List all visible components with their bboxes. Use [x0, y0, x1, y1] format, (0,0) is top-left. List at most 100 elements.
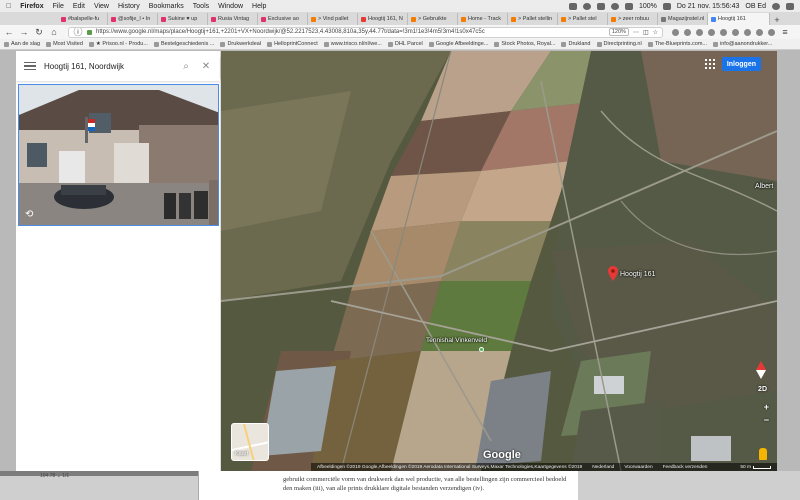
poi-label[interactable]: Tennishal Vinkenveld [426, 337, 487, 344]
browser-tab[interactable]: Home - Track [458, 13, 508, 25]
browser-tab[interactable]: Rusia Vintag [208, 13, 258, 25]
bookmark-star-icon[interactable]: ☆ [653, 29, 658, 36]
menu-help[interactable]: Help [252, 3, 266, 10]
extension-icon[interactable] [696, 28, 703, 36]
dropbox-icon[interactable] [568, 2, 577, 10]
country-link[interactable]: Nederland [592, 465, 614, 470]
bluetooth-icon[interactable] [596, 2, 605, 10]
sync-icon[interactable] [582, 2, 591, 10]
place-label[interactable]: Hoogtij 161 [620, 271, 655, 278]
satellite-map[interactable]: Inloggen Albert Hoogtij 161 Tennishal Vi… [221, 51, 777, 471]
terms-link[interactable]: Voorwaarden [624, 465, 652, 470]
new-tab-icon[interactable]: + [770, 15, 784, 25]
zoom-level-badge[interactable]: 120% [608, 28, 629, 36]
zoom-out-button[interactable]: − [764, 416, 769, 425]
bookmark-item[interactable]: Google Afbeeldinge... [428, 41, 488, 47]
poi-marker[interactable] [479, 347, 484, 352]
menu-edit[interactable]: Edit [73, 3, 85, 10]
rotate-360-icon[interactable]: ⟲ [25, 209, 33, 220]
back-arrow-icon[interactable]: ← [4, 27, 14, 37]
scale-bar[interactable]: 50 m [740, 465, 771, 470]
menu-app-name[interactable]: Firefox [20, 3, 43, 10]
browser-tab[interactable]: Magazijnstel.nl [658, 13, 708, 25]
menu-history[interactable]: History [118, 3, 140, 10]
feedback-link[interactable]: Feedback verzenden [663, 465, 708, 470]
pocket-icon[interactable]: ◫ [643, 29, 649, 36]
tab-label: Exclusive ao [268, 16, 299, 22]
lock-icon[interactable] [87, 29, 92, 35]
battery-percentage[interactable]: 100% [639, 3, 657, 10]
library-icon[interactable] [672, 28, 679, 36]
volume-icon[interactable] [624, 2, 633, 10]
browser-tab[interactable]: Exclusive ao [258, 13, 308, 25]
street-view-photo[interactable]: ⟲ [18, 84, 219, 226]
extension-icon[interactable] [708, 28, 715, 36]
browser-tab[interactable]: Hoogtij 161 [708, 13, 770, 25]
view-2d-toggle[interactable]: 2D [758, 386, 767, 393]
extension-icon[interactable] [768, 28, 775, 36]
menu-file[interactable]: File [53, 3, 64, 10]
adblock-icon[interactable] [744, 28, 751, 36]
menu-tools[interactable]: Tools [193, 3, 209, 10]
browser-tab[interactable]: @sofije_l • In [108, 13, 158, 25]
url-text[interactable]: https://www.google.nl/maps/place/Hoogtij… [96, 29, 485, 35]
menu-window[interactable]: Window [218, 3, 243, 10]
browser-tab[interactable]: > Vind pallet [308, 13, 358, 25]
bookmark-item[interactable]: www.trisco.nl/nl/we... [323, 41, 382, 47]
search-input[interactable]: Hoogtij 161, Noordwijk [44, 62, 172, 71]
bookmark-favicon-icon [387, 41, 393, 47]
bookmark-item[interactable]: Most Visited [46, 41, 83, 47]
browser-tab[interactable]: > zeer robuu [608, 13, 658, 25]
forward-arrow-icon[interactable]: → [19, 27, 29, 37]
browser-tab[interactable]: > Pallet stellin [508, 13, 558, 25]
extension-icon[interactable] [756, 28, 763, 36]
macos-menubar:  Firefox File Edit View History Bookmar… [0, 0, 800, 12]
bookmark-item[interactable]: Bestelgeschiedenis ... [153, 41, 214, 47]
bookmark-item[interactable]: ★ Prisoo.nl - Produ... [88, 41, 148, 47]
bookmark-item[interactable]: Directprinting.nl [596, 41, 642, 47]
home-icon[interactable]: ⌂ [49, 27, 59, 37]
zoom-in-button[interactable]: + [764, 403, 769, 412]
place-marker[interactable] [608, 266, 618, 283]
menu-bookmarks[interactable]: Bookmarks [149, 3, 184, 10]
sign-in-button[interactable]: Inloggen [721, 57, 761, 71]
bookmark-item[interactable]: The-Blueprints.com... [647, 41, 707, 47]
bookmark-item[interactable]: info@aanondrukker... [713, 41, 772, 47]
reload-icon[interactable]: ↻ [34, 27, 44, 37]
close-icon[interactable]: ✕ [200, 61, 212, 72]
google-apps-icon[interactable] [705, 59, 715, 69]
maps-search-box[interactable]: Hoogtij 161, Noordwijk ⌕ ✕ [16, 51, 220, 81]
spotlight-icon[interactable] [772, 2, 780, 10]
bookmark-item[interactable]: Aan de slag [4, 41, 40, 47]
extension-icon[interactable] [732, 28, 739, 36]
wifi-icon[interactable] [610, 2, 619, 10]
pegman-icon[interactable] [759, 448, 767, 460]
browser-tab[interactable]: Hoogtij 161, N [358, 13, 408, 25]
browser-tab[interactable]: Sukine ♥ up [158, 13, 208, 25]
hamburger-menu-icon[interactable] [24, 61, 36, 71]
tab-label: > Gebruikte [418, 16, 447, 22]
info-icon[interactable]: ⓘ [73, 28, 83, 37]
browser-tab[interactable]: #balspelle-fu [58, 13, 108, 25]
sidebar-icon[interactable] [684, 28, 691, 36]
bookmark-item[interactable]: HelloprintConnect [267, 41, 318, 47]
page-actions-icon[interactable]: ⋯ [633, 29, 639, 36]
bookmark-item[interactable]: Drukwerkdeal [220, 41, 261, 47]
url-bar[interactable]: ⓘ https://www.google.nl/maps/place/Hoogt… [68, 26, 663, 38]
search-icon[interactable]: ⌕ [180, 61, 192, 72]
bookmark-label: Aan de slag [11, 41, 41, 47]
browser-tab[interactable]: > Gebruikte [408, 13, 458, 25]
bookmark-item[interactable]: Stock Photos, Royal... [494, 41, 555, 47]
menu-view[interactable]: View [94, 3, 109, 10]
browser-tab[interactable]: > Pallet stel [558, 13, 608, 25]
battery-icon[interactable] [662, 2, 671, 10]
extension-icon[interactable] [720, 28, 727, 36]
hamburger-menu-icon[interactable]: ≡ [780, 27, 790, 37]
notification-center-icon[interactable] [786, 2, 794, 10]
bookmark-item[interactable]: Drukland [561, 41, 591, 47]
menubar-user[interactable]: OB Ed [745, 3, 766, 10]
apple-menu-icon[interactable]:  [6, 3, 11, 10]
menubar-clock[interactable]: Do 21 nov. 15:56:43 [677, 3, 740, 10]
bookmark-item[interactable]: DHL Parcel [387, 41, 423, 47]
map-type-toggle[interactable]: Kaart [231, 423, 269, 461]
